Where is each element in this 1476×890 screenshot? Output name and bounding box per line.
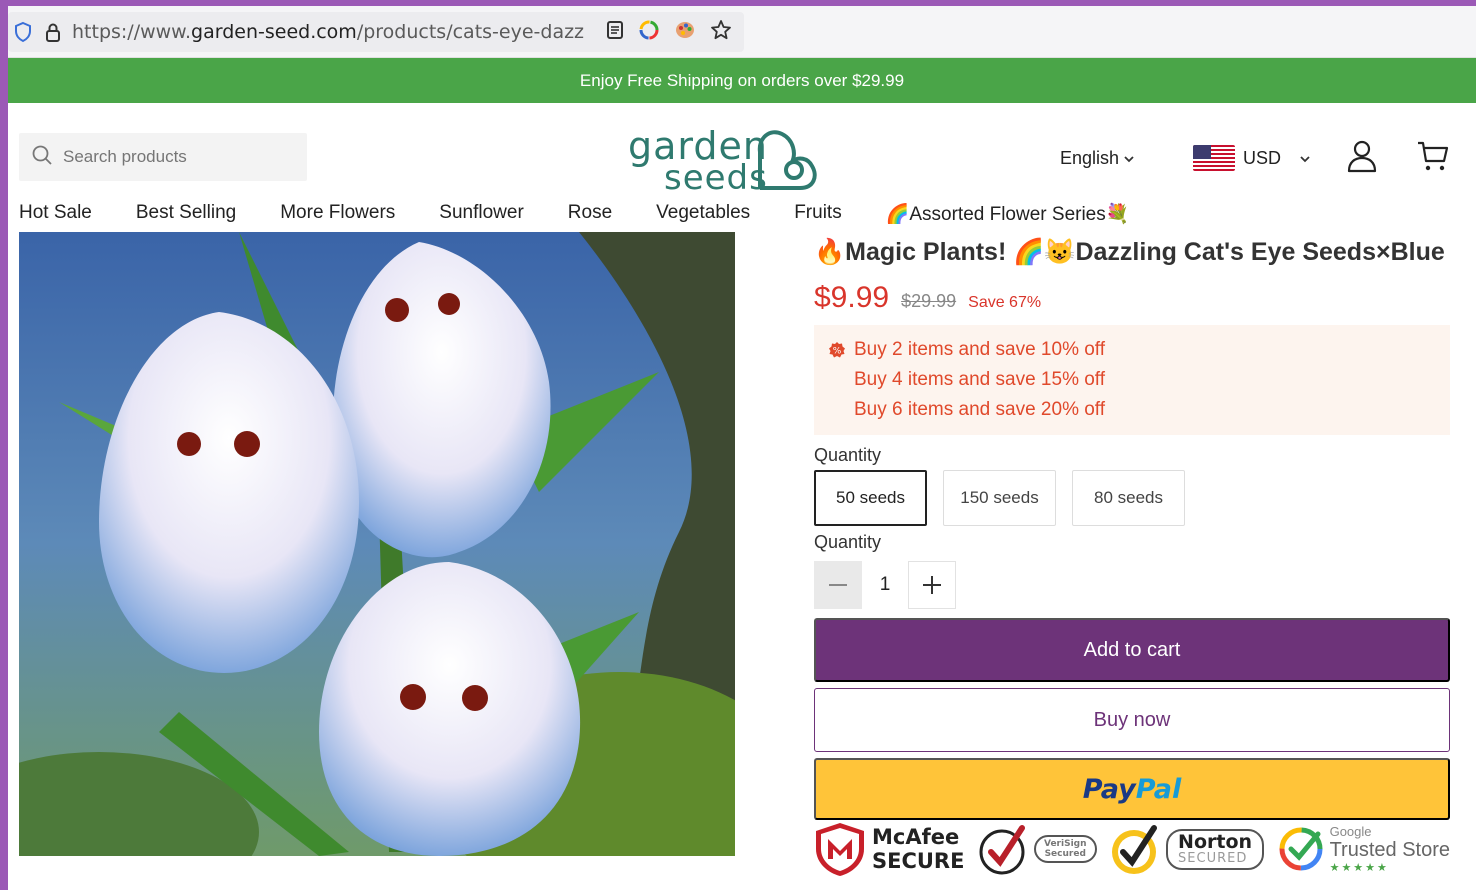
compare-price: $29.99 (901, 291, 957, 311)
nav-hot-sale[interactable]: Hot Sale (19, 202, 92, 232)
discount-text: Buy 6 items and save 20% off (854, 399, 1106, 420)
minus-icon (829, 584, 847, 586)
variant-label: Quantity (814, 445, 882, 465)
us-flag-icon (1193, 145, 1235, 171)
palette-extension-icon[interactable] (674, 19, 696, 45)
discount-row: Buy 4 items and save 15% off (828, 365, 1436, 395)
browser-toolbar: https://www.garden-seed.com/products/cat… (8, 6, 1476, 58)
paypal-logo: PayPal (1082, 773, 1182, 805)
bulk-discount-box: % Buy 2 items and save 10% off Buy 4 ite… (814, 325, 1450, 435)
banner-text: Enjoy Free Shipping on orders over $29.9… (579, 70, 905, 90)
google-label: Google (1329, 824, 1372, 839)
buy-now-button[interactable]: Buy now (814, 688, 1450, 752)
price-row: $9.99 $29.99 Save 67% (814, 281, 1450, 315)
free-shipping-banner: Enjoy Free Shipping on orders over $29.9… (8, 58, 1476, 103)
account-button[interactable] (1346, 139, 1378, 177)
add-to-cart-button[interactable]: Add to cart (814, 618, 1450, 682)
variant-150-seeds[interactable]: 150 seeds (943, 470, 1056, 526)
main-nav: Hot Sale Best Selling More Flowers Sunfl… (19, 202, 1129, 232)
mcafee-line1: McAfee (872, 825, 960, 849)
discount-row: % Buy 2 items and save 10% off (828, 335, 1436, 365)
svg-text:%: % (833, 347, 842, 357)
norton-badge: Norton SECURED (1110, 822, 1265, 876)
increase-quantity-button[interactable] (908, 561, 956, 609)
nav-rose[interactable]: Rose (568, 202, 612, 232)
bookmark-star-icon[interactable] (710, 19, 732, 45)
cats-eye-flower-photo (19, 232, 735, 856)
nav-sunflower[interactable]: Sunflower (439, 202, 524, 232)
quantity-stepper: 1 (814, 561, 1450, 609)
browser-page: https://www.garden-seed.com/products/cat… (8, 6, 1476, 890)
mcafee-shield-icon (816, 823, 864, 876)
language-selector[interactable]: English (1060, 141, 1135, 175)
discount-text: Buy 2 items and save 10% off (854, 339, 1106, 360)
shield-icon[interactable] (8, 21, 38, 43)
product-title: 🔥Magic Plants! 🌈😺Dazzling Cat's Eye Seed… (814, 238, 1445, 266)
logo-heart-icon (757, 130, 817, 190)
nav-assorted-flower-series[interactable]: 🌈Assorted Flower Series💐 (886, 202, 1130, 232)
save-badge: Save 67% (968, 294, 1042, 311)
norton-line1: Norton (1178, 830, 1253, 853)
google-trusted-store-badge: Google Trusted Store ★★★★★ (1278, 824, 1450, 874)
paypal-button[interactable]: PayPal (814, 758, 1450, 820)
variant-80-seeds[interactable]: 80 seeds (1072, 470, 1185, 526)
currency-label: USD (1243, 147, 1282, 168)
decrease-quantity-button[interactable] (814, 561, 862, 609)
url-text: https://www.garden-seed.com/products/cat… (72, 21, 585, 43)
quantity-value[interactable]: 1 (862, 574, 908, 596)
nav-best-selling[interactable]: Best Selling (136, 202, 236, 232)
address-bar[interactable]: https://www.garden-seed.com/products/cat… (8, 12, 744, 52)
sale-price: $9.99 (814, 281, 890, 314)
color-extension-icon[interactable] (638, 19, 660, 45)
nav-vegetables[interactable]: Vegetables (656, 202, 750, 232)
product-info: 🔥Magic Plants! 🌈😺Dazzling Cat's Eye Seed… (814, 232, 1450, 820)
variant-50-seeds[interactable]: 50 seeds (814, 470, 927, 526)
trusted-store-label: Trusted Store (1329, 839, 1450, 861)
plus-icon (923, 576, 941, 594)
user-icon (1346, 139, 1378, 177)
search-box[interactable] (19, 133, 307, 181)
norton-line2: SECURED (1178, 850, 1248, 866)
discount-row: Buy 6 items and save 20% off (828, 395, 1436, 425)
reader-view-icon[interactable] (606, 20, 624, 44)
mcafee-line2: SECURE (872, 849, 965, 873)
product-image[interactable] (19, 232, 735, 856)
nav-fruits[interactable]: Fruits (794, 202, 842, 232)
verisign-check-icon (979, 825, 1025, 875)
variant-options: 50 seeds 150 seeds 80 seeds (814, 470, 1450, 526)
mcafee-badge: McAfee SECURE (814, 821, 964, 877)
discount-text: Buy 4 items and save 15% off (854, 369, 1106, 390)
cart-button[interactable] (1416, 141, 1450, 175)
chevron-down-icon (1299, 148, 1311, 169)
quantity-label: Quantity (814, 532, 882, 552)
rating-stars-icon: ★★★★★ (1329, 861, 1389, 874)
verisign-badge: VeriSign Secured (978, 822, 1097, 876)
language-label: English (1060, 147, 1120, 168)
lock-icon[interactable] (38, 21, 68, 43)
trust-badges: McAfee SECURE VeriSign Secured Norton SE… (814, 818, 1450, 880)
verisign-label: VeriSign Secured (1033, 835, 1097, 863)
google-check-icon (1279, 827, 1323, 871)
currency-selector[interactable]: USD (1193, 141, 1311, 175)
chevron-down-icon (1123, 148, 1135, 169)
cart-icon (1416, 139, 1450, 177)
search-input[interactable] (63, 147, 293, 167)
site-logo[interactable]: garden seeds (628, 124, 820, 198)
norton-check-icon (1112, 825, 1158, 874)
nav-more-flowers[interactable]: More Flowers (280, 202, 395, 232)
search-icon[interactable] (31, 144, 53, 170)
discount-badge-icon: % (828, 341, 854, 359)
